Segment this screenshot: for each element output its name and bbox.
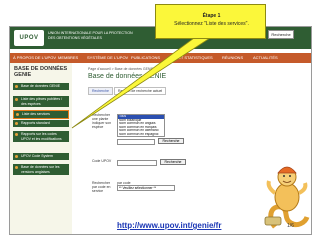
slide-page-number: 1/6 xyxy=(287,223,294,229)
instruction-callout: Étape 1 Sélectionnez "Liste des services… xyxy=(155,4,266,39)
genie-url-link[interactable]: http://www.upov.int/genie/fr xyxy=(117,221,221,230)
callout-instruction: Sélectionnez "Liste des services". xyxy=(174,21,249,27)
callout-step: Étape 1 xyxy=(202,13,221,19)
